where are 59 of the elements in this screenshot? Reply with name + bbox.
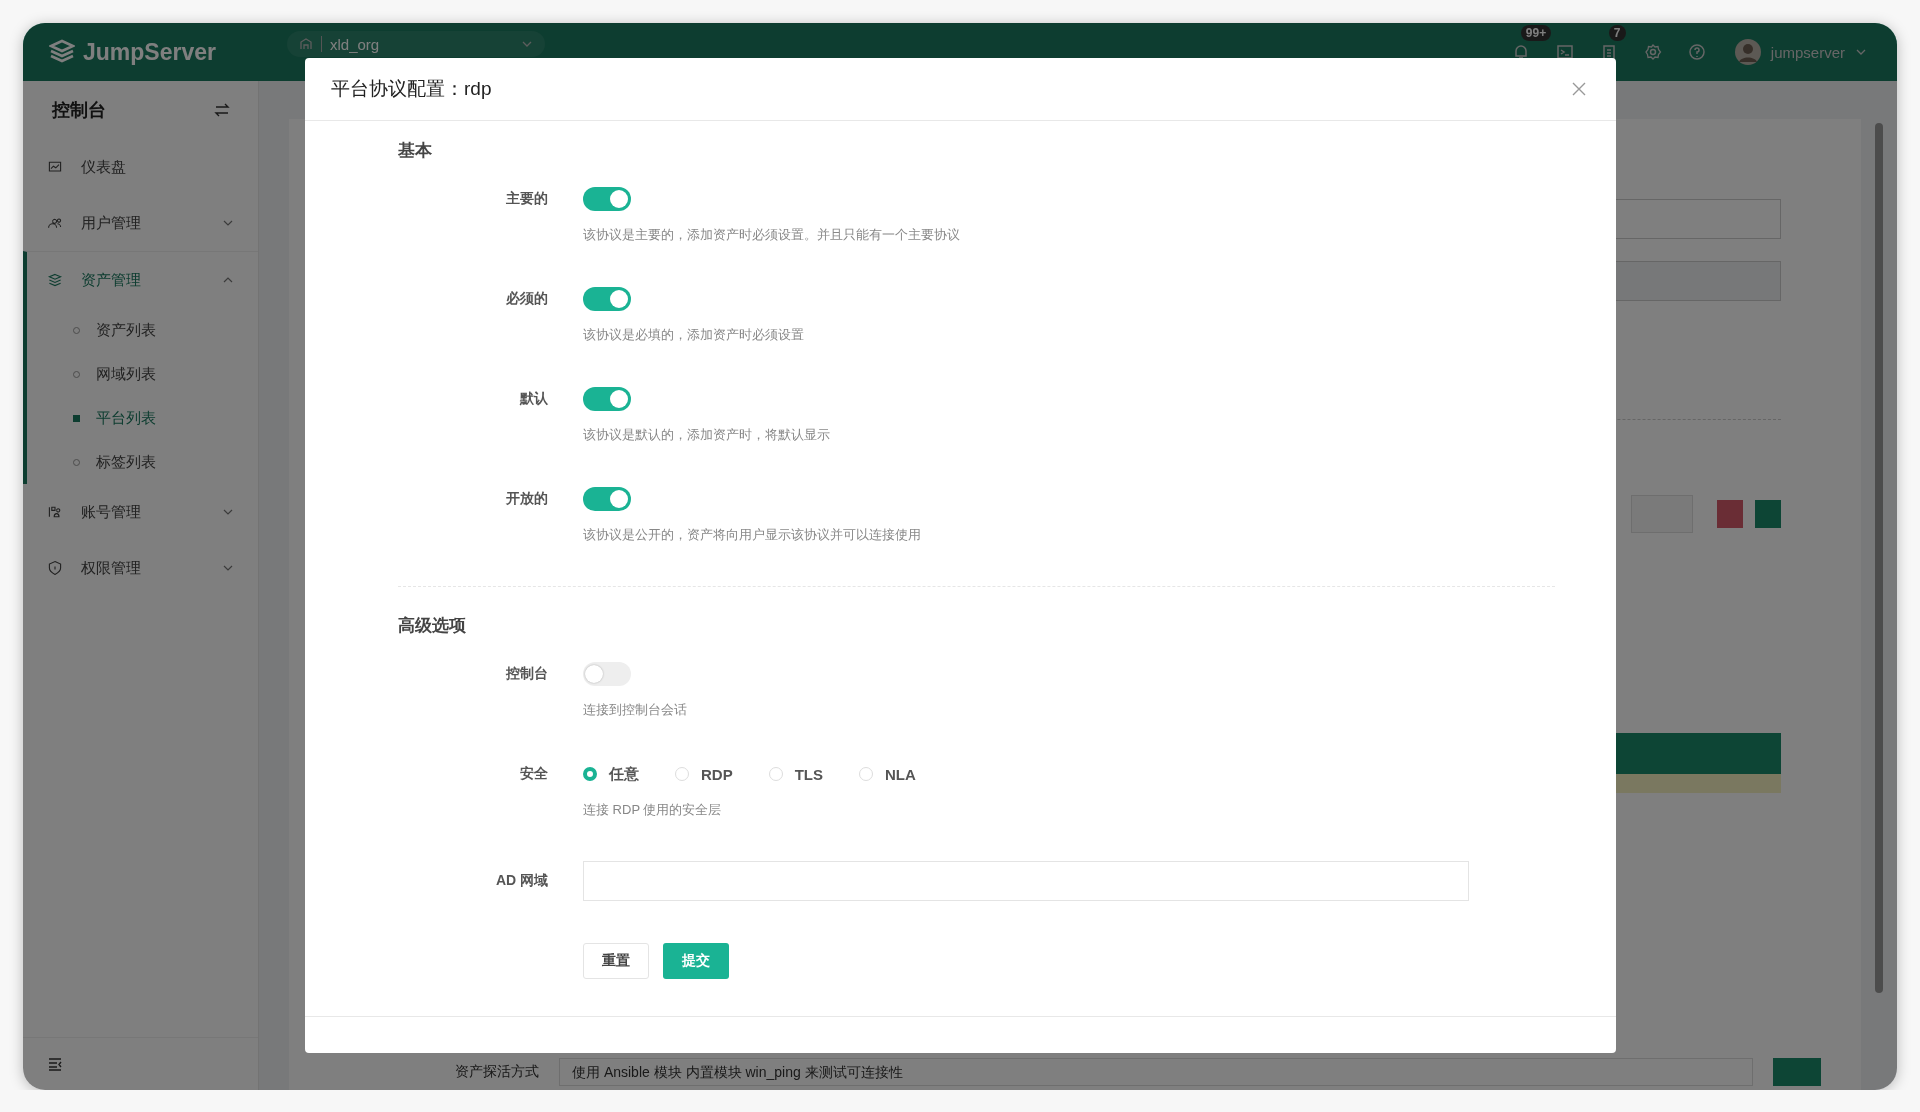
radio-option[interactable]: 任意: [583, 764, 639, 784]
help-text: 连接 RDP 使用的安全层: [583, 801, 723, 819]
help-icon[interactable]: [1687, 43, 1706, 61]
notification-badge: 99+: [1520, 25, 1552, 41]
logo-icon: [49, 39, 75, 65]
toggle-switch[interactable]: [583, 187, 631, 211]
help-text: 连接到控制台会话: [583, 701, 688, 719]
user-menu[interactable]: jumpserver: [1728, 38, 1873, 66]
menu-icon: [47, 272, 63, 288]
radio-option[interactable]: TLS: [768, 764, 823, 784]
avatar-icon: [1734, 39, 1761, 65]
submenu-item[interactable]: 网域列表: [27, 352, 258, 396]
field-label: 默认: [518, 390, 548, 408]
reset-button[interactable]: 重置: [583, 943, 649, 979]
radio-option[interactable]: NLA: [859, 764, 916, 784]
settings-icon[interactable]: [1643, 43, 1662, 61]
radio-option[interactable]: RDP: [675, 764, 733, 784]
help-text: 该协议是必填的，添加资产时必须设置: [583, 326, 805, 344]
menu-item[interactable]: 仪表盘: [27, 139, 258, 195]
probe-field[interactable]: 使用 Ansible 模块 内置模块 win_ping 来测试可连接性: [559, 1058, 1753, 1086]
field-label: 安全: [519, 765, 548, 783]
section-title: 基本: [398, 140, 433, 162]
help-text: 该协议是主要的，添加资产时必须设置。并且只能有一个主要协议: [583, 226, 961, 244]
toggle-switch[interactable]: [583, 662, 631, 686]
submenu-item[interactable]: 标签列表: [27, 440, 258, 484]
help-text: 该协议是公开的，资产将向用户显示该协议并可以连接使用: [583, 526, 922, 544]
scrollbar[interactable]: [1875, 123, 1883, 993]
terminal-icon[interactable]: [1555, 43, 1574, 61]
collapse-icon[interactable]: [47, 1056, 63, 1072]
menu-icon: [47, 215, 63, 231]
field-label: 控制台: [505, 665, 548, 683]
field-label: 必须的: [505, 290, 548, 308]
menu-item[interactable]: 权限管理: [27, 540, 258, 596]
toggle-switch[interactable]: [583, 487, 631, 511]
sidebar-title: 控制台: [52, 99, 106, 122]
help-text: 该协议是默认的，添加资产时，将默认显示: [583, 426, 831, 444]
toggle-switch[interactable]: [583, 387, 631, 411]
field-label: AD 网域: [494, 872, 548, 890]
submit-button[interactable]: 提交: [663, 943, 729, 979]
swap-icon[interactable]: [214, 102, 230, 118]
field-label: 资产探活方式: [454, 1063, 539, 1081]
task-badge: 7: [1608, 25, 1626, 41]
menu-icon: [47, 504, 63, 520]
submenu-item[interactable]: 资产列表: [27, 308, 258, 352]
close-icon[interactable]: [1572, 82, 1586, 96]
submenu-item[interactable]: 平台列表: [27, 396, 258, 440]
logo-text: JumpServer: [83, 38, 216, 66]
building-icon: [299, 37, 313, 51]
dialog-title: 平台协议配置：rdp: [331, 77, 492, 101]
menu-item[interactable]: 账号管理: [27, 484, 258, 540]
menu-icon: [47, 159, 63, 175]
toggle-switch[interactable]: [583, 287, 631, 311]
field-label: 开放的: [505, 490, 548, 508]
input-field[interactable]: [583, 861, 1469, 901]
menu-icon: [47, 560, 63, 576]
menu-item[interactable]: 用户管理: [27, 195, 258, 251]
menu-item[interactable]: 资产管理: [27, 252, 258, 308]
section-title: 高级选项: [398, 615, 467, 637]
field-label: 主要的: [505, 190, 548, 208]
